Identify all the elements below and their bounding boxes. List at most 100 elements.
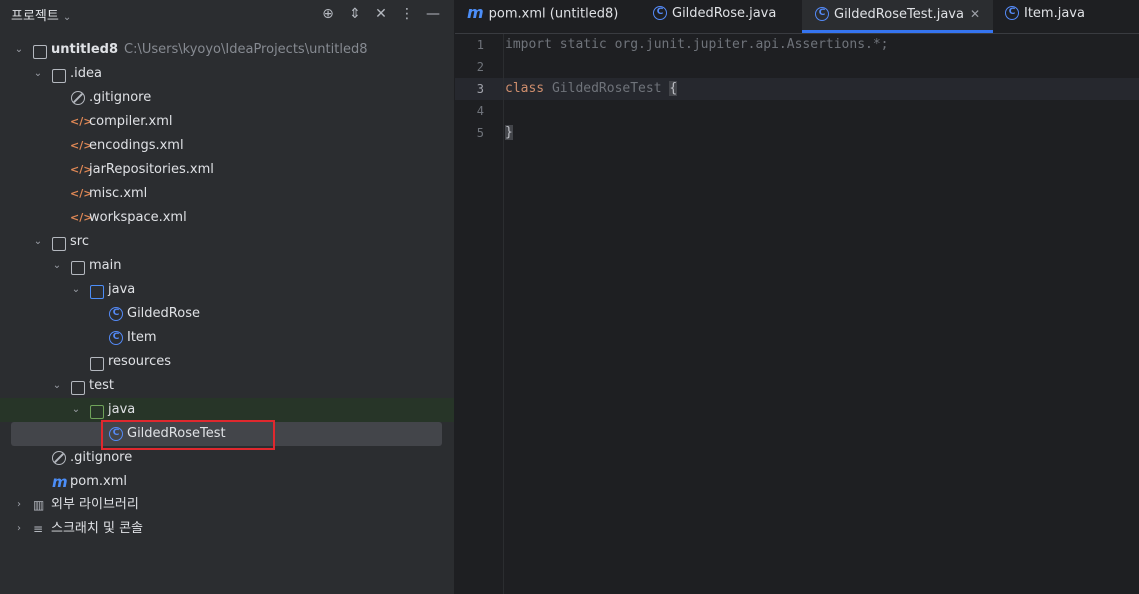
source-folder-icon (90, 285, 104, 299)
tree-item-label: .idea (70, 66, 102, 81)
tab-label: Item.java (1024, 6, 1085, 21)
ignore-icon (71, 91, 85, 105)
tab-label: GildedRose.java (672, 6, 777, 21)
active-tab-indicator (802, 30, 993, 33)
project-panel-title: 프로젝트 (11, 9, 59, 24)
tree-item-label: Item (127, 330, 157, 345)
folder-icon (52, 69, 66, 83)
tree-item-label: GildedRose (127, 306, 200, 321)
tree-item-main[interactable]: ⌄ main (0, 254, 454, 278)
tree-item-label: src (70, 234, 89, 249)
tree-item-gitignore-idea[interactable]: .gitignore (0, 86, 454, 110)
tree-item-workspace-xml[interactable]: </> workspace.xml (0, 206, 454, 230)
line-number-gutter: 1 2 3 4 5 (455, 34, 504, 594)
tree-item-label: compiler.xml (89, 114, 173, 129)
editor: m pom.xml (untitled8) C GildedRose.java CG… (455, 0, 1139, 594)
ignore-icon (52, 451, 66, 465)
project-panel: 프로젝트 ⌄ ⊕ ⇕ ✕ ⋮ — ⌄ untitled8 C:\Users\kyoy… (0, 0, 455, 594)
tab-pom-xml[interactable]: m pom.xml (untitled8) (467, 0, 618, 33)
tree-item-label: untitled8 (51, 42, 119, 57)
tree-item-gildedrose[interactable]: C GildedRose (0, 302, 454, 326)
xml-icon: </> (70, 115, 93, 128)
class-name: GildedRoseTest (551, 81, 662, 96)
line-number: 2 (476, 60, 484, 74)
minimize-icon[interactable]: — (423, 4, 443, 24)
more-icon[interactable]: ⋮ (397, 4, 417, 24)
tab-label: pom.xml (untitled8) (488, 6, 619, 22)
tree-item-label: 스크래치 및 콘솔 (51, 521, 143, 536)
collapse-icon[interactable]: ✕ (371, 4, 391, 24)
code-line-3[interactable]: class GildedRoseTest { (505, 81, 678, 96)
tree-item-untitled8[interactable]: ⌄ untitled8 C:\Users\kyoyo\IdeaProjects\u… (0, 38, 454, 62)
chevron-right-icon[interactable]: › (12, 517, 26, 541)
folder-icon (71, 381, 85, 395)
tab-gildedrosetest-java[interactable]: C GildedRoseTest.java ✕ (802, 0, 993, 33)
class-icon: C (815, 6, 829, 21)
folder-icon (52, 237, 66, 251)
editor-tabs: m pom.xml (untitled8) C GildedRose.java CG… (455, 0, 1139, 34)
code-line-5[interactable]: } (505, 125, 513, 140)
line-number: 4 (476, 104, 484, 118)
tree-item-label: encodings.xml (89, 138, 184, 153)
keyword: class (505, 81, 545, 96)
tree-item-test-java[interactable]: ⌄ java (0, 398, 454, 422)
line-number: 5 (476, 126, 484, 140)
code-line-1[interactable]: import static org.junit.jupiter.api.Asse… (505, 37, 889, 52)
chevron-down-icon: ⌄ (62, 12, 72, 23)
tree-item-label: misc.xml (89, 186, 148, 201)
tree-item-label: java (108, 402, 136, 417)
tree-item-idea[interactable]: ⌄ .idea (0, 62, 454, 86)
tree-item-label: java (108, 282, 136, 297)
brace-match: { (669, 81, 678, 96)
tree-item-encodings-xml[interactable]: </> encodings.xml (0, 134, 454, 158)
chevron-down-icon[interactable]: ⌄ (69, 398, 83, 422)
tree-item-label: test (89, 378, 114, 393)
tree-item-label: resources (108, 354, 172, 369)
expand-icon[interactable]: ⇕ (345, 4, 365, 24)
xml-icon: </> (70, 139, 93, 152)
tree-item-main-java[interactable]: ⌄ java (0, 278, 454, 302)
chevron-down-icon[interactable]: ⌄ (12, 38, 26, 62)
tree-item-label: pom.xml (70, 474, 127, 489)
tree-item-label: jarRepositories.xml (89, 162, 214, 177)
tree-item-pom-xml[interactable]: m pom.xml (0, 470, 454, 494)
chevron-down-icon[interactable]: ⌄ (31, 62, 45, 86)
tab-label: GildedRoseTest.java (834, 7, 964, 22)
tree-item-misc-xml[interactable]: </> misc.xml (0, 182, 454, 206)
project-panel-header: 프로젝트 ⌄ ⊕ ⇕ ✕ ⋮ — (0, 0, 454, 28)
chevron-right-icon[interactable]: › (12, 493, 26, 517)
resources-folder-icon (90, 357, 104, 371)
crosshair-icon[interactable]: ⊕ (318, 4, 338, 24)
module-folder-icon (33, 45, 47, 59)
brace-match: } (505, 125, 513, 140)
tree-item-resources[interactable]: resources (0, 350, 454, 374)
scratch-icon: ≡ (33, 522, 44, 536)
folder-icon (71, 261, 85, 275)
chevron-down-icon[interactable]: ⌄ (50, 254, 64, 278)
class-icon: C (1005, 5, 1019, 20)
tree-item-item[interactable]: C Item (0, 326, 454, 350)
highlight-box (101, 420, 275, 450)
project-path: C:\Users\kyoyo\IdeaProjects\untitled8 (124, 42, 368, 57)
chevron-down-icon[interactable]: ⌄ (31, 230, 45, 254)
test-folder-icon (90, 405, 104, 419)
tree-item-jarrepositories-xml[interactable]: </> jarRepositories.xml (0, 158, 454, 182)
tree-item-label: main (89, 258, 122, 273)
project-view-selector[interactable]: 프로젝트 ⌄ (11, 5, 71, 24)
maven-icon: m (467, 3, 484, 22)
maven-icon: m (52, 473, 68, 491)
tree-item-src[interactable]: ⌄ src (0, 230, 454, 254)
close-icon[interactable]: ✕ (970, 7, 980, 21)
tree-item-label: 외부 라이브러리 (51, 497, 139, 512)
chevron-down-icon[interactable]: ⌄ (50, 374, 64, 398)
tree-item-scratches[interactable]: › ≡ 스크래치 및 콘솔 (0, 517, 454, 541)
tree-item-compiler-xml[interactable]: </> compiler.xml (0, 110, 454, 134)
class-icon: C (653, 5, 667, 20)
tab-gildedrose-java[interactable]: C GildedRose.java (653, 0, 776, 33)
library-icon: ▥ (33, 498, 45, 512)
chevron-down-icon[interactable]: ⌄ (69, 278, 83, 302)
tab-item-java[interactable]: C Item.java (1005, 0, 1085, 33)
tree-item-test[interactable]: ⌄ test (0, 374, 454, 398)
xml-icon: </> (70, 187, 93, 200)
tree-item-external-libraries[interactable]: › ▥ 외부 라이브러리 (0, 493, 454, 517)
